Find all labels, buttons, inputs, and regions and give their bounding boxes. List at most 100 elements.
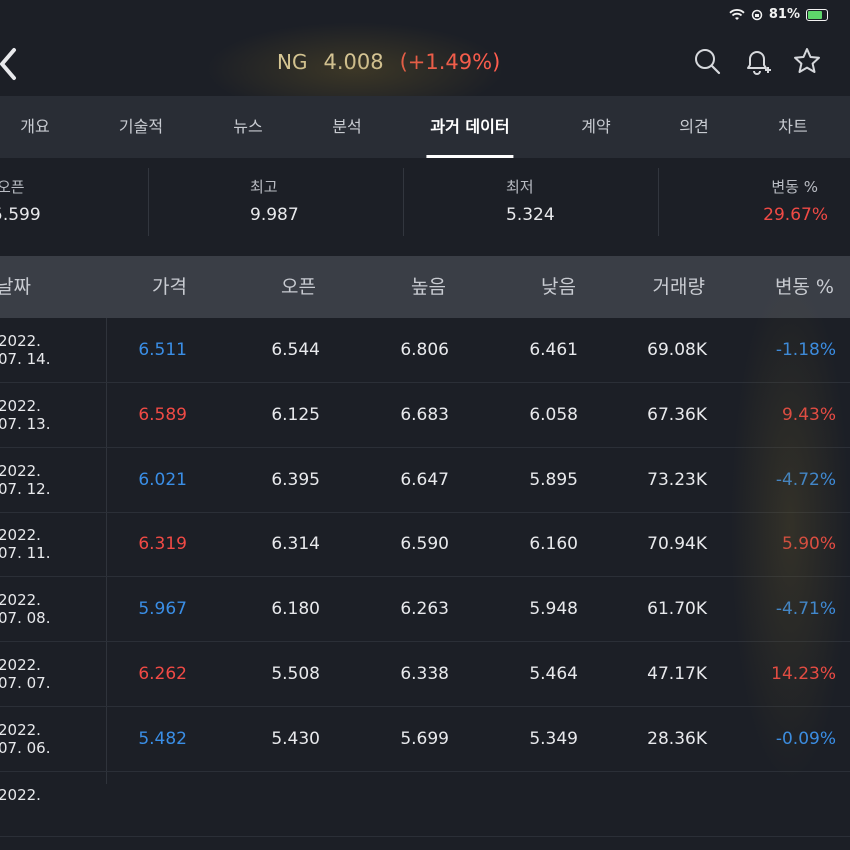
cell-date-year: 2022. <box>0 461 41 480</box>
cell-low: 6.160 <box>529 534 578 555</box>
tab-contract[interactable]: 계약 <box>581 96 610 158</box>
summary-high-value: 9.987 <box>250 205 299 225</box>
divider <box>658 168 659 236</box>
cell-high: 6.338 <box>400 664 449 684</box>
cell-open: 5.430 <box>271 728 320 749</box>
cell-price: 6.021 <box>138 469 187 490</box>
table-row[interactable]: 2022. 07. 11. 6.319 6.314 6.590 6.160 70.94K 5.… <box>0 512 850 578</box>
cell-volume: 70.94K <box>647 534 707 555</box>
column-header-high[interactable]: 높음 <box>411 256 446 318</box>
summary-low-label: 최저 <box>506 178 534 196</box>
tab-analysis[interactable]: 분석 <box>332 96 361 158</box>
cell-open: 6.180 <box>271 599 320 620</box>
table-row[interactable]: 2022. <box>0 772 850 837</box>
cell-change: 14.23% <box>771 664 836 684</box>
cell-change: -1.18% <box>775 340 836 360</box>
column-header-date[interactable]: 날짜 <box>0 256 31 318</box>
status-bar: 81% <box>0 0 850 30</box>
cell-change: 5.90% <box>781 534 836 555</box>
cell-low: 5.349 <box>529 728 578 749</box>
summary-change-value: 29.67% <box>763 205 828 225</box>
cell-price: 6.589 <box>138 404 187 425</box>
cell-price: 6.511 <box>138 340 187 360</box>
back-button[interactable] <box>0 44 24 84</box>
cell-open: 6.544 <box>271 340 320 360</box>
cell-high: 6.683 <box>400 404 449 425</box>
summary-stats: 오픈 5.599 최고 9.987 최저 5.324 변동 % 29.67% <box>0 158 850 256</box>
column-header-price[interactable]: 가격 <box>152 256 187 318</box>
divider <box>148 168 149 236</box>
instrument-title: NG 4.008 (+1.49%) <box>277 50 500 74</box>
column-header-change[interactable]: 변동 % <box>775 256 834 318</box>
cell-low: 5.464 <box>529 664 578 684</box>
tab-opinion[interactable]: 의견 <box>679 96 708 158</box>
cell-change: -0.09% <box>775 728 836 749</box>
tab-overview[interactable]: 개요 <box>20 96 49 158</box>
table-row[interactable]: 2022. 07. 07. 6.262 5.508 6.338 5.464 47.17K 14… <box>0 642 850 707</box>
cell-date-monthday: 07. 12. <box>0 479 51 498</box>
header: NG 4.008 (+1.49%) <box>0 30 850 96</box>
tab-technical[interactable]: 기술적 <box>119 96 163 158</box>
summary-low-value: 5.324 <box>506 205 555 225</box>
summary-open: 오픈 5.599 <box>0 158 148 256</box>
cell-date-year: 2022. <box>0 332 41 350</box>
tab-chart[interactable]: 차트 <box>778 96 807 158</box>
table-row[interactable]: 2022. 07. 06. 5.482 5.430 5.699 5.349 28.36K -0… <box>0 707 850 772</box>
cell-date-monthday: 07. 11. <box>0 544 51 563</box>
table-row[interactable]: 2022. 07. 13. 6.589 6.125 6.683 6.058 67.36K 9.… <box>0 383 850 448</box>
table-row[interactable]: 2022. 07. 08. 5.967 6.180 6.263 5.948 61.70K -4… <box>0 577 850 643</box>
cell-date-year: 2022. <box>0 656 41 674</box>
favorite-button[interactable] <box>792 46 822 76</box>
cell-high: 6.263 <box>400 599 449 620</box>
status-icons: 81% <box>729 7 828 22</box>
orientation-lock-icon <box>751 9 763 20</box>
table-row[interactable]: 2022. 07. 12. 6.021 6.395 6.647 5.895 73.23K -4… <box>0 448 850 513</box>
cell-low: 5.895 <box>529 469 578 490</box>
wifi-icon <box>729 8 745 20</box>
cell-date-year: 2022. <box>0 785 41 804</box>
cell-volume: 47.17K <box>647 664 707 684</box>
search-button[interactable] <box>692 46 722 76</box>
column-header-open[interactable]: 오픈 <box>281 256 316 318</box>
tab-bar: 개요 기술적 뉴스 분석 과거 데이터 계약 의견 차트 <box>0 96 850 158</box>
cell-volume: 67.36K <box>647 404 707 425</box>
column-header-volume[interactable]: 거래량 <box>653 256 705 318</box>
search-icon <box>695 49 721 75</box>
cell-change: -4.72% <box>775 469 836 490</box>
cell-price: 5.967 <box>138 599 187 620</box>
alert-button[interactable] <box>742 46 772 76</box>
cell-change: 9.43% <box>781 404 836 425</box>
cell-volume: 69.08K <box>647 340 707 360</box>
cell-date-year: 2022. <box>0 396 41 415</box>
divider <box>403 168 404 236</box>
summary-open-label: 오픈 <box>0 178 25 196</box>
cell-date-monthday: 07. 07. <box>0 674 51 692</box>
header-actions <box>692 46 822 76</box>
cell-date-year: 2022. <box>0 591 41 610</box>
instrument-change: (+1.49%) <box>399 50 501 74</box>
tab-historical-data[interactable]: 과거 데이터 <box>426 96 514 158</box>
cell-high: 6.806 <box>400 340 449 360</box>
cell-high: 5.699 <box>400 728 449 749</box>
cell-open: 6.314 <box>271 534 320 555</box>
column-header-low[interactable]: 낮음 <box>541 256 576 318</box>
cell-open: 6.125 <box>271 404 320 425</box>
cell-date: 2022. <box>0 772 41 850</box>
cell-price: 5.482 <box>138 728 187 749</box>
cell-low: 5.948 <box>529 599 578 620</box>
cell-high: 6.590 <box>400 534 449 555</box>
table-row[interactable]: 2022. 07. 14. 6.511 6.544 6.806 6.461 69.08K -1… <box>0 318 850 383</box>
tab-news[interactable]: 뉴스 <box>233 96 262 158</box>
cell-change: -4.71% <box>775 599 836 620</box>
cell-volume: 28.36K <box>647 728 707 749</box>
cell-open: 6.395 <box>271 469 320 490</box>
cell-date-monthday: 07. 13. <box>0 414 51 433</box>
cell-date-year: 2022. <box>0 720 41 739</box>
cell-volume: 61.70K <box>647 599 707 620</box>
battery-icon <box>806 8 828 21</box>
table-header: 날짜 가격 오픈 높음 낮음 거래량 변동 % <box>0 256 850 318</box>
cell-price: 6.262 <box>138 664 187 684</box>
summary-change: 변동 % 29.67% <box>740 158 830 256</box>
star-icon <box>794 48 820 73</box>
battery-percent: 81% <box>768 7 800 22</box>
